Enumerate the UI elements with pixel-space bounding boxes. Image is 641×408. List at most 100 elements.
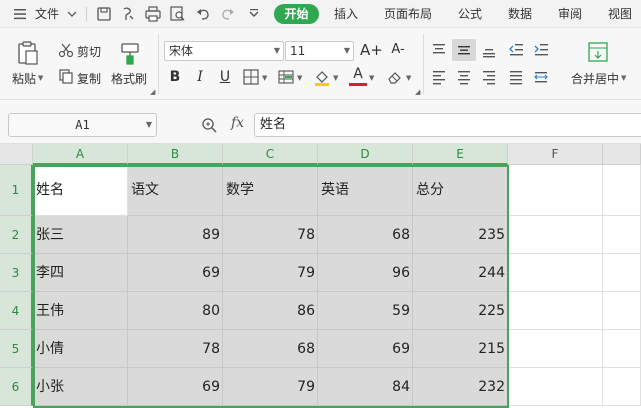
cell-d6[interactable]: 84 [318,368,413,406]
cell-filler[interactable] [603,216,641,254]
cell-style-dropdown-icon[interactable]: ▼ [297,74,302,82]
cell-b2[interactable]: 89 [128,216,223,254]
cut-button[interactable]: 剪切 [77,43,101,60]
paste-label[interactable]: 粘贴 [12,70,36,87]
format-painter-quick-icon[interactable] [118,4,138,24]
increase-indent-icon[interactable] [532,41,550,59]
print-preview-icon[interactable] [168,4,188,24]
borders-icon[interactable] [242,68,260,86]
row-header-3[interactable]: 3 [0,254,33,292]
font-size-select[interactable]: 11 ▼ [285,41,354,61]
scissors-icon[interactable] [57,41,75,59]
zoom-search-icon[interactable] [200,116,218,134]
name-box[interactable]: A1 ▼ [8,113,157,137]
fx-icon[interactable]: fx [231,115,244,131]
increase-font-button[interactable]: A+ [360,41,383,59]
cell-a1[interactable]: 姓名 [33,165,128,216]
cell-e5[interactable]: 215 [413,330,508,368]
align-bottom-icon[interactable] [480,41,498,59]
cell-c6[interactable]: 79 [223,368,318,406]
fill-color-dropdown-icon[interactable]: ▼ [333,74,338,82]
tab-view[interactable]: 视图 [608,0,632,28]
fill-color-icon[interactable] [313,68,331,86]
cell-f4[interactable] [508,292,603,330]
chevron-down-icon[interactable] [62,4,82,24]
formula-input[interactable]: 姓名 [254,113,641,137]
cell-d2[interactable]: 68 [318,216,413,254]
distributed-align-icon[interactable] [532,68,550,86]
row-header-6[interactable]: 6 [0,368,33,406]
cell-c4[interactable]: 86 [223,292,318,330]
cell-b4[interactable]: 80 [128,292,223,330]
paste-icon[interactable] [16,40,40,66]
italic-button[interactable]: I [191,68,209,86]
cell-c5[interactable]: 68 [223,330,318,368]
underline-button[interactable]: U [216,68,234,86]
tab-data[interactable]: 数据 [508,0,532,28]
cell-b6[interactable]: 69 [128,368,223,406]
font-expand-icon[interactable]: ◢ [415,88,420,96]
align-top-icon[interactable] [430,41,448,59]
cell-e4[interactable]: 225 [413,292,508,330]
merge-center-button[interactable]: 合并居中 [571,70,619,87]
cell-d4[interactable]: 59 [318,292,413,330]
font-color-button[interactable]: A [349,66,367,86]
cell-filler[interactable] [603,292,641,330]
decrease-indent-icon[interactable] [507,41,525,59]
print-icon[interactable] [143,4,163,24]
align-center-icon[interactable] [455,68,473,86]
hamburger-menu-icon[interactable] [10,4,30,24]
tab-insert[interactable]: 插入 [334,0,358,28]
merge-center-icon[interactable] [586,40,610,64]
row-header-1[interactable]: 1 [0,165,33,216]
column-header-d[interactable]: D [318,144,413,165]
cell-e3[interactable]: 244 [413,254,508,292]
cell-e1[interactable]: 总分 [413,165,508,216]
font-color-dropdown-icon[interactable]: ▼ [369,74,374,82]
cell-f5[interactable] [508,330,603,368]
bold-button[interactable]: B [166,68,184,86]
tab-home[interactable]: 开始 [274,4,319,24]
cell-style-icon[interactable] [277,68,295,86]
cell-f3[interactable] [508,254,603,292]
save-icon[interactable] [94,4,114,24]
cell-b1[interactable]: 语文 [128,165,223,216]
align-middle-icon[interactable] [455,41,473,59]
cell-d3[interactable]: 96 [318,254,413,292]
redo-icon[interactable] [218,4,238,24]
column-header-b[interactable]: B [128,144,223,165]
tab-formulas[interactable]: 公式 [458,0,482,28]
more-dropdown-icon[interactable] [244,4,264,24]
cell-c2[interactable]: 78 [223,216,318,254]
paste-dropdown-icon[interactable]: ▼ [38,74,43,82]
column-header-e[interactable]: E [413,144,508,165]
format-painter-button[interactable]: 格式刷 [111,70,147,87]
file-menu[interactable]: 文件 [35,0,59,28]
merge-dropdown-icon[interactable]: ▼ [621,74,626,82]
cell-b3[interactable]: 69 [128,254,223,292]
cell-d5[interactable]: 69 [318,330,413,368]
cell-d1[interactable]: 英语 [318,165,413,216]
cell-filler[interactable] [603,165,641,216]
cell-e2[interactable]: 235 [413,216,508,254]
row-header-2[interactable]: 2 [0,216,33,254]
copy-icon[interactable] [57,67,75,85]
cell-f6[interactable] [508,368,603,406]
borders-dropdown-icon[interactable]: ▼ [262,74,267,82]
cell-filler[interactable] [603,330,641,368]
undo-icon[interactable] [193,4,213,24]
clipboard-expand-icon[interactable]: ◢ [150,88,155,96]
row-header-5[interactable]: 5 [0,330,33,368]
cell-a6[interactable]: 小张 [33,368,128,406]
cell-c3[interactable]: 79 [223,254,318,292]
tab-page-layout[interactable]: 页面布局 [384,0,432,28]
cell-c1[interactable]: 数学 [223,165,318,216]
cell-f1[interactable] [508,165,603,216]
cell-e6[interactable]: 232 [413,368,508,406]
clear-dropdown-icon[interactable]: ▼ [406,74,411,82]
font-name-select[interactable]: 宋体 ▼ [164,41,284,61]
column-header-c[interactable]: C [223,144,318,165]
align-right-icon[interactable] [480,68,498,86]
align-left-icon[interactable] [430,68,448,86]
cell-a5[interactable]: 小倩 [33,330,128,368]
